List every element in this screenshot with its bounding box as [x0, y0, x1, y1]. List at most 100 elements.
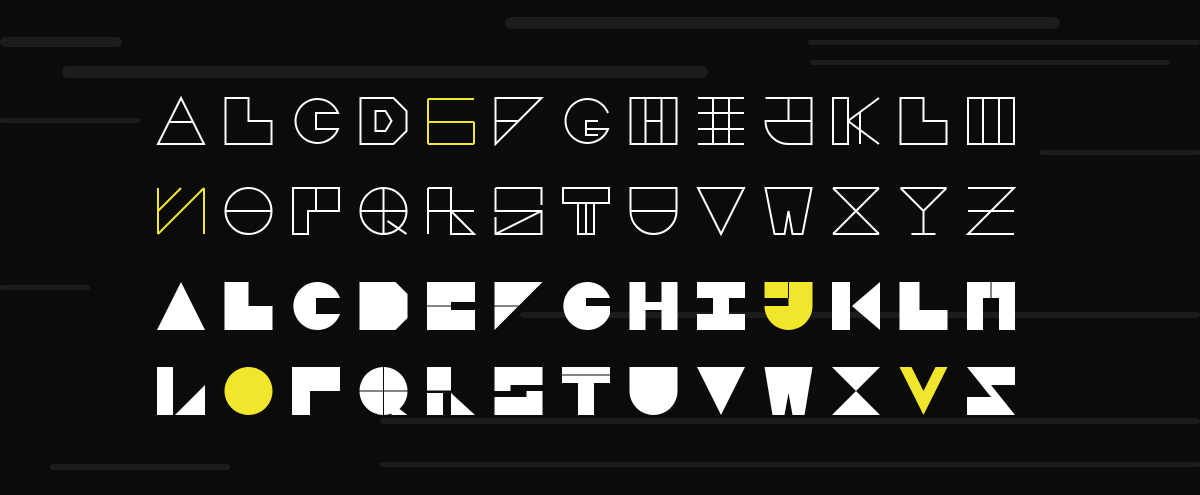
outline-glyph-w: W: [764, 187, 813, 235]
outline-glyph-g-shape: [564, 98, 610, 144]
outline-glyph-m-shape: [967, 97, 1015, 145]
solid-glyph-k-shape: [832, 282, 880, 330]
solid-glyph-d: D: [359, 282, 408, 330]
outline-glyph-s-shape: [494, 187, 543, 235]
solid-glyph-k: K: [832, 282, 880, 330]
solid-glyph-x-shape: [832, 367, 880, 415]
outline-glyph-m: M: [967, 97, 1015, 145]
solid-glyph-b-shape: [224, 282, 273, 330]
background-streaks: [0, 17, 1200, 470]
background-streak: [808, 40, 1200, 45]
outline-glyph-k-shape: [832, 97, 880, 145]
outline-glyph-h: H: [629, 97, 678, 145]
outline-glyph-v-shape: [696, 187, 746, 237]
background-streak: [50, 464, 230, 470]
background-streak: [380, 418, 1200, 424]
solid-glyph-v: V: [697, 367, 745, 415]
outline-glyph-f: F: [494, 97, 544, 147]
outline-glyph-y: Y: [899, 187, 948, 235]
solid-glyph-z-shape: [967, 367, 1015, 415]
solid-glyph-x: X: [832, 367, 880, 415]
outline-glyph-r-shape: [427, 187, 477, 235]
outline-glyph-r: R: [427, 187, 477, 235]
outline-glyph-f-shape: [494, 97, 544, 147]
solid-glyph-s: S: [494, 367, 543, 415]
outline-glyph-n: N: [157, 187, 205, 235]
solid-glyph-r: R: [427, 367, 475, 415]
outline-glyph-l-shape: [899, 97, 948, 145]
solid-glyph-c: C: [293, 282, 340, 330]
outline-glyph-t-shape: [562, 187, 610, 235]
outline-alphabet: ABCDEFGHIJKLM NOPQRSTUVWXYZ: [156, 95, 1017, 237]
outline-glyph-c-shape: [294, 98, 340, 144]
outline-glyph-u-shape: [629, 187, 678, 235]
solid-glyph-a-shape: [157, 282, 205, 330]
outline-glyph-c: C: [294, 98, 340, 144]
solid-glyph-t: T: [562, 367, 610, 415]
outline-glyph-e-shape: [427, 98, 475, 145]
solid-glyph-f: F: [494, 282, 543, 330]
solid-glyph-n-shape: [157, 367, 205, 415]
outline-glyph-i: I: [698, 97, 744, 145]
outline-glyph-z: Z: [965, 187, 1017, 235]
outline-glyph-p: P: [292, 187, 340, 235]
background-streak: [0, 37, 122, 47]
solid-glyph-i: I: [697, 282, 745, 330]
outline-glyph-x: X: [832, 187, 880, 235]
outline-glyph-a: A: [156, 95, 206, 145]
solid-glyph-q: Q: [359, 367, 408, 415]
outline-glyph-i-shape: [698, 97, 744, 145]
outline-glyph-j: J: [764, 97, 813, 145]
outline-glyph-a-shape: [156, 95, 206, 145]
outline-glyph-d-shape: [359, 97, 408, 145]
outline-glyph-b: B: [224, 97, 273, 145]
solid-glyph-t-shape: [562, 367, 610, 415]
solid-glyph-y: Y: [899, 367, 948, 415]
outline-glyph-z-shape: [965, 187, 1017, 235]
solid-glyph-z: Z: [967, 367, 1015, 415]
solid-glyph-i-shape: [697, 282, 745, 330]
outline-glyph-u: U: [629, 187, 678, 235]
solid-glyph-c-shape: [293, 282, 340, 330]
outline-glyph-b-shape: [224, 97, 273, 145]
solid-glyph-l: L: [899, 282, 948, 330]
solid-glyph-j: J: [764, 282, 813, 330]
solid-glyph-p: P: [292, 367, 340, 415]
solid-glyph-w-shape: [764, 367, 813, 415]
outline-glyph-j-shape: [764, 97, 813, 145]
outline-glyph-h-shape: [629, 97, 678, 145]
background-streak: [505, 17, 1060, 29]
solid-glyph-g-shape: [563, 282, 610, 330]
solid-glyph-y-shape: [899, 367, 948, 415]
outline-glyph-k: K: [832, 97, 880, 145]
outline-glyph-n-shape: [157, 187, 205, 235]
solid-glyph-b: B: [224, 282, 273, 330]
alphabet-showcase-canvas: ABCDEFGHIJKLMNOPQRSTUVWXYZABCDEFGHIJKLMN…: [0, 17, 1200, 470]
outline-glyph-q: Q: [359, 187, 408, 235]
outline-glyph-t: T: [562, 187, 610, 235]
outline-glyph-g: G: [564, 98, 610, 144]
outline-glyph-d: D: [359, 97, 408, 145]
solid-glyph-w: W: [764, 367, 813, 415]
solid-glyph-s-shape: [494, 367, 543, 415]
outline-glyph-p-shape: [292, 187, 340, 235]
solid-glyph-h-shape: [629, 282, 678, 330]
background-streak: [0, 118, 140, 123]
solid-glyph-g: G: [563, 282, 610, 330]
solid-glyph-o-shape: [224, 367, 273, 415]
outline-glyph-e: E: [427, 98, 475, 145]
outline-glyph-q-shape: [359, 187, 408, 235]
solid-glyph-l-shape: [899, 282, 948, 330]
outline-glyph-v: V: [696, 187, 746, 237]
background-streak: [520, 312, 1200, 318]
outline-glyph-s: S: [494, 187, 543, 235]
background-streak: [0, 285, 90, 290]
solid-glyph-o: O: [224, 367, 273, 415]
solid-glyph-u-shape: [629, 367, 678, 415]
solid-glyph-p-shape: [292, 367, 340, 415]
outline-glyph-x-shape: [832, 187, 880, 235]
background-streak: [1040, 150, 1200, 155]
glyph-layer: ABCDEFGHIJKLMNOPQRSTUVWXYZABCDEFGHIJKLMN…: [156, 95, 1017, 415]
background-streak: [380, 462, 1200, 467]
solid-glyph-m: M: [967, 282, 1015, 330]
